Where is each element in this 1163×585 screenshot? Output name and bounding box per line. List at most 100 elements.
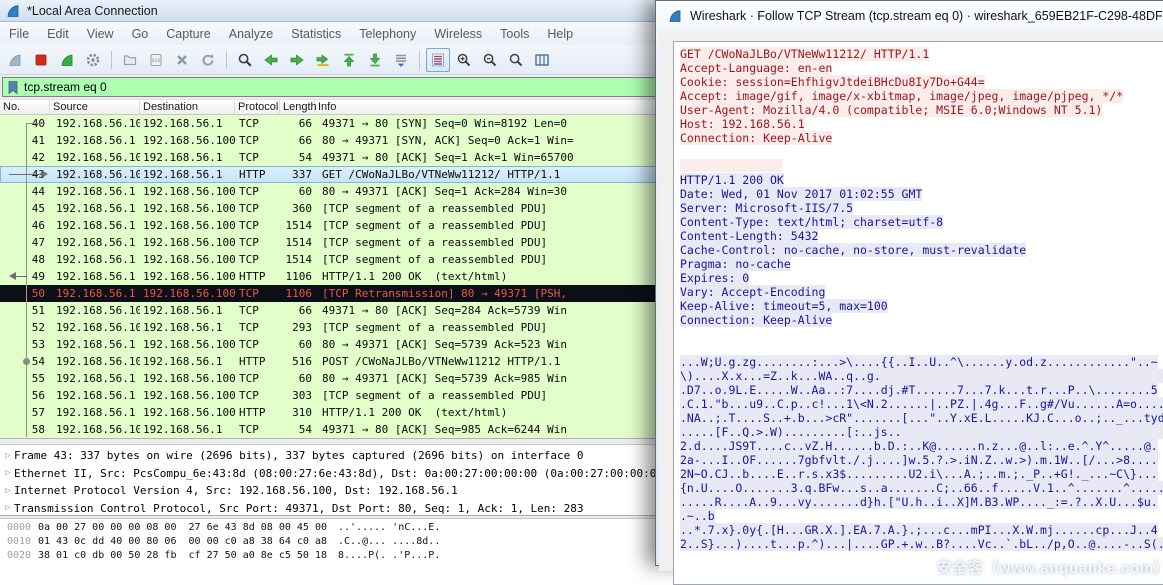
svg-text:010: 010 xyxy=(151,57,160,63)
hex-row[interactable]: 0000 0a 00 27 00 00 00 08 00 27 6e 43 8d… xyxy=(0,520,660,534)
menu-item[interactable]: Statistics xyxy=(282,24,350,44)
zoom-out-icon[interactable] xyxy=(478,48,502,72)
related-packets-line xyxy=(26,123,27,437)
open-file-icon[interactable] xyxy=(118,48,142,72)
start-capture-icon[interactable] xyxy=(3,48,27,72)
hex-row[interactable]: 0010 01 43 0c dd 40 00 80 06 00 00 c0 a8… xyxy=(0,534,660,548)
filter-bookmark-icon[interactable] xyxy=(6,80,20,95)
packet-details-pane[interactable]: ▷Frame 43: 337 bytes on wire (2696 bits)… xyxy=(0,445,660,515)
detail-row[interactable]: ▷Frame 43: 337 bytes on wire (2696 bits)… xyxy=(0,447,660,465)
packet-row[interactable]: 41 192.168.56.1 192.168.56.100 TCP 66 80… xyxy=(0,132,660,149)
resize-columns-icon[interactable] xyxy=(530,48,554,72)
go-bottom-icon[interactable] xyxy=(363,48,387,72)
col-header-length[interactable]: Length xyxy=(280,100,315,114)
menu-bar: File Edit View Go Capture Analyze Statis… xyxy=(0,22,660,45)
packet-row[interactable]: 50 192.168.56.1 192.168.56.100 TCP 1106 … xyxy=(0,285,660,302)
stream-line: \)....X.x...=Z..k...WA..q..g. xyxy=(680,369,1163,383)
stream-line: Vary: Accept-Encoding xyxy=(680,285,1163,299)
detail-row[interactable]: ▷Internet Protocol Version 4, Src: 192.1… xyxy=(0,482,660,500)
stream-line: Cache-Control: no-cache, no-store, must-… xyxy=(680,243,1163,257)
stream-line xyxy=(680,327,1163,341)
save-file-icon[interactable]: 010 xyxy=(144,48,168,72)
packet-row[interactable]: 45 192.168.56.1 192.168.56.100 TCP 360 [… xyxy=(0,200,660,217)
packet-row[interactable]: 58 192.168.56.100 192.168.56.1 TCP 54 49… xyxy=(0,421,660,438)
stream-line: Keep-Alive: timeout=5, max=100 xyxy=(680,299,1163,313)
close-capture-icon[interactable] xyxy=(170,48,194,72)
go-top-icon[interactable] xyxy=(337,48,361,72)
menu-item[interactable]: Wireless xyxy=(425,24,491,44)
stream-line: Pragma: no-cache xyxy=(680,257,1163,271)
restart-capture-icon[interactable] xyxy=(55,48,79,72)
response-packet-arrow-head xyxy=(9,272,16,280)
menu-item[interactable]: Go xyxy=(123,24,158,44)
go-to-packet-icon[interactable] xyxy=(311,48,335,72)
stream-line: .....[F..Q.>.W).........[:..js.. xyxy=(680,425,1163,439)
wireshark-logo-icon xyxy=(667,8,683,24)
stream-start-corner xyxy=(26,123,45,124)
detail-row[interactable]: ▷Ethernet II, Src: PcsCompu_6e:43:8d (08… xyxy=(0,465,660,483)
packet-row[interactable]: 55 192.168.56.1 192.168.56.100 TCP 60 80… xyxy=(0,370,660,387)
col-header-no[interactable]: No. xyxy=(0,100,50,114)
response-packet-arrow xyxy=(16,276,27,277)
watermark: 安全客（www.anquanke.com） xyxy=(937,557,1163,578)
packet-row[interactable]: 47 192.168.56.1 192.168.56.100 TCP 1514 … xyxy=(0,234,660,251)
packet-row[interactable]: 40 192.168.56.100 192.168.56.1 TCP 66 49… xyxy=(0,115,660,132)
col-header-info[interactable]: Info xyxy=(315,100,660,114)
packet-row[interactable]: 52 192.168.56.100 192.168.56.1 TCP 293 [… xyxy=(0,319,660,336)
stream-content[interactable]: GET /CWoNaJLBo/VTNeWw11212/ HTTP/1.1 Acc… xyxy=(673,41,1163,585)
menu-item[interactable]: Tools xyxy=(491,24,538,44)
zoom-in-icon[interactable] xyxy=(452,48,476,72)
main-titlebar[interactable]: *Local Area Connection xyxy=(0,0,660,22)
packet-row[interactable]: 57 192.168.56.1 192.168.56.100 HTTP 310 … xyxy=(0,404,660,421)
main-window: *Local Area Connection File Edit View Go… xyxy=(0,0,660,560)
menu-item[interactable]: View xyxy=(78,24,123,44)
zoom-original-icon[interactable] xyxy=(504,48,528,72)
go-back-icon[interactable] xyxy=(259,48,283,72)
col-header-protocol[interactable]: Protocol xyxy=(235,100,280,114)
stream-line: .D7..o.9L.E.....W..Aa..:7....dj.#T......… xyxy=(680,383,1163,397)
menu-item[interactable]: Edit xyxy=(38,24,78,44)
stop-capture-icon[interactable] xyxy=(29,48,53,72)
stream-line xyxy=(680,341,1163,355)
dialog-titlebar[interactable]: Wireshark · Follow TCP Stream (tcp.strea… xyxy=(656,1,1163,31)
pane-splitter[interactable] xyxy=(0,438,660,445)
filter-bar: tcp.stream eq 0 xyxy=(0,75,660,99)
auto-scroll-icon[interactable] xyxy=(389,48,413,72)
toolbar: 010 xyxy=(0,45,660,75)
packet-row[interactable]: 46 192.168.56.1 192.168.56.100 TCP 1514 … xyxy=(0,217,660,234)
packet-row[interactable]: 56 192.168.56.1 192.168.56.100 TCP 303 [… xyxy=(0,387,660,404)
go-forward-icon[interactable] xyxy=(285,48,309,72)
menu-item[interactable]: Help xyxy=(538,24,582,44)
dialog-title: Wireshark · Follow TCP Stream (tcp.strea… xyxy=(690,9,1163,23)
packet-row[interactable]: 49 192.168.56.1 192.168.56.100 HTTP 1106… xyxy=(0,268,660,285)
expand-arrow-icon[interactable]: ▷ xyxy=(0,486,14,496)
packet-row[interactable]: 53 192.168.56.1 192.168.56.100 TCP 60 80… xyxy=(0,336,660,353)
filter-text: tcp.stream eq 0 xyxy=(24,80,107,94)
capture-options-icon[interactable] xyxy=(81,48,105,72)
packet-list[interactable]: 40 192.168.56.100 192.168.56.1 TCP 66 49… xyxy=(0,115,660,438)
col-header-destination[interactable]: Destination xyxy=(140,100,235,114)
display-filter-input[interactable]: tcp.stream eq 0 xyxy=(2,77,658,97)
stream-line: .C.1."b...u9..C.p..c!...1\<N.2......|..P… xyxy=(680,397,1163,411)
expand-arrow-icon[interactable]: ▷ xyxy=(0,468,14,478)
packet-row[interactable]: 48 192.168.56.1 192.168.56.100 TCP 1514 … xyxy=(0,251,660,268)
menu-item[interactable]: Analyze xyxy=(220,24,282,44)
menu-item[interactable]: Capture xyxy=(157,24,219,44)
col-header-source[interactable]: Source xyxy=(50,100,140,114)
packet-row[interactable]: 54 192.168.56.100 192.168.56.1 HTTP 516 … xyxy=(0,353,660,370)
packet-row[interactable]: 42 192.168.56.100 192.168.56.1 TCP 54 49… xyxy=(0,149,660,166)
packet-row[interactable]: 44 192.168.56.1 192.168.56.100 TCP 60 80… xyxy=(0,183,660,200)
stream-line: Accept: image/gif, image/x-xbitmap, imag… xyxy=(680,89,1163,103)
menu-item[interactable]: File xyxy=(0,24,38,44)
find-packet-icon[interactable] xyxy=(233,48,257,72)
menu-item[interactable]: Telephony xyxy=(350,24,425,44)
packet-row[interactable]: 43 192.168.56.100 192.168.56.1 HTTP 337 … xyxy=(0,166,660,183)
reload-icon[interactable] xyxy=(196,48,220,72)
packet-list-header: No. Source Destination Protocol Length I… xyxy=(0,99,660,115)
packet-bytes-pane[interactable]: 0000 0a 00 27 00 00 00 08 00 27 6e 43 8d… xyxy=(0,519,660,560)
packet-row[interactable]: 51 192.168.56.100 192.168.56.1 TCP 66 49… xyxy=(0,302,660,319)
expand-arrow-icon[interactable]: ▷ xyxy=(0,503,14,513)
colorize-icon[interactable] xyxy=(426,48,450,72)
stream-line: User-Agent: Mozilla/4.0 (compatible; MSI… xyxy=(680,103,1163,117)
expand-arrow-icon[interactable]: ▷ xyxy=(0,451,14,461)
